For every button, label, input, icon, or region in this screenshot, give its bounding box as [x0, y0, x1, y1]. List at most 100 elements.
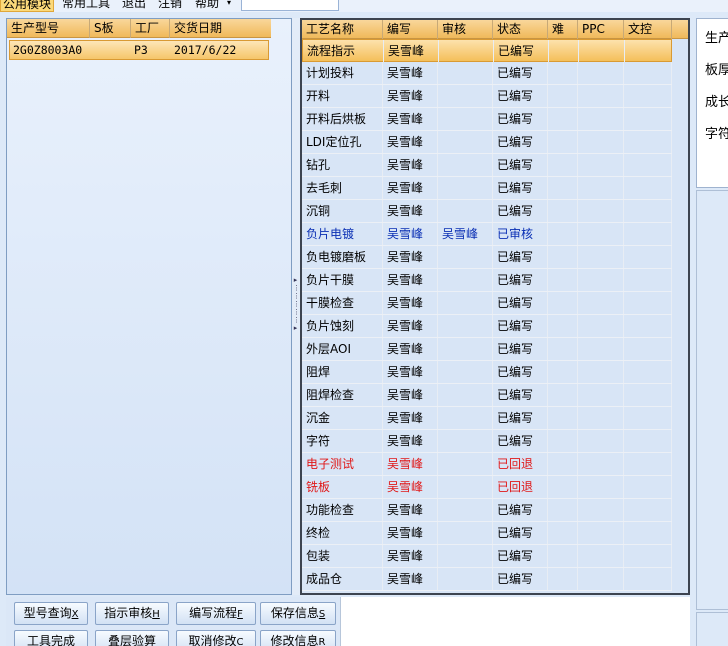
cell-reviewer [438, 545, 493, 567]
cell-difficulty [548, 499, 578, 521]
table-row[interactable]: 成品仓 吴雪峰 已编写 [302, 568, 672, 591]
cell-ppc [578, 522, 624, 544]
col-header-status[interactable]: 状态 [493, 20, 548, 39]
menu-public-module[interactable]: 公用模块 [0, 0, 55, 12]
col-header-reviewer[interactable]: 审核 [438, 20, 493, 39]
splitter-handle[interactable]: ▸ ⋮ ⋮ ⋮ ⋮ ⋮ ▸ [292, 18, 300, 595]
model-query-button[interactable]: 型号查询X [14, 602, 88, 625]
instruction-review-button[interactable]: 指示审核H [95, 602, 169, 625]
cell-doc-control [624, 62, 672, 84]
cell-status: 已编写 [493, 177, 548, 199]
cell-process-name: 开料 [302, 85, 383, 107]
edit-info-button[interactable]: 修改信息R [260, 630, 336, 646]
table-row[interactable]: 负片蚀刻 吴雪峰 已编写 [302, 315, 672, 338]
col-header-s-board[interactable]: S板 [90, 19, 131, 38]
table-row[interactable]: 铣板 吴雪峰 已回退 [302, 476, 672, 499]
chevron-down-icon[interactable]: ▾ [227, 0, 231, 7]
info-bottom-panel [696, 612, 728, 646]
table-row[interactable]: 负片电镀 吴雪峰 吴雪峰 已审核 [302, 223, 672, 246]
cancel-edit-button[interactable]: 取消修改C [176, 630, 256, 646]
menu-logout[interactable]: 注销 [156, 0, 184, 12]
cell-doc-control [624, 476, 672, 498]
cell-difficulty [548, 338, 578, 360]
table-row[interactable]: 沉金 吴雪峰 已编写 [302, 407, 672, 430]
col-header-doc-control[interactable]: 文控 [624, 20, 672, 39]
table-row[interactable]: 负电镀磨板 吴雪峰 已编写 [302, 246, 672, 269]
cell-writer: 吴雪峰 [383, 476, 438, 498]
cell-doc-control [624, 545, 672, 567]
table-row[interactable]: 负片干膜 吴雪峰 已编写 [302, 269, 672, 292]
table-row[interactable]: 计划投料 吴雪峰 已编写 [302, 62, 672, 85]
menu-common-tools[interactable]: 常用工具 [60, 0, 112, 12]
table-row[interactable]: 外层AOI 吴雪峰 已编写 [302, 338, 672, 361]
col-header-delivery-date[interactable]: 交货日期 [170, 19, 271, 38]
cell-ppc [578, 568, 624, 590]
stackup-check-button[interactable]: 叠层验算 [95, 630, 169, 646]
button-label: 取消修改 [188, 634, 237, 646]
table-row[interactable]: LDI定位孔 吴雪峰 已编写 [302, 131, 672, 154]
cell-doc-control [624, 407, 672, 429]
cell-reviewer [438, 384, 493, 406]
cell-difficulty [548, 177, 578, 199]
cell-factory: P3 [134, 43, 148, 57]
col-header-ppc[interactable]: PPC [578, 20, 624, 39]
cell-ppc [578, 292, 624, 314]
cell-ppc [578, 200, 624, 222]
cell-reviewer [438, 62, 493, 84]
table-row[interactable]: 去毛刺 吴雪峰 已编写 [302, 177, 672, 200]
write-process-button[interactable]: 编写流程F [176, 602, 256, 625]
cell-writer: 吴雪峰 [383, 522, 438, 544]
cell-process-name: 功能检查 [302, 499, 383, 521]
cell-writer: 吴雪峰 [384, 40, 439, 62]
cell-process-name: 电子测试 [302, 453, 383, 475]
cell-status: 已编写 [493, 292, 548, 314]
table-row[interactable]: 钻孔 吴雪峰 已编写 [302, 154, 672, 177]
col-header-writer[interactable]: 编写 [383, 20, 438, 39]
table-row[interactable]: 沉铜 吴雪峰 已编写 [302, 200, 672, 223]
tool-complete-button[interactable]: 工具完成 [14, 630, 88, 646]
cell-ppc [578, 430, 624, 452]
menu-help[interactable]: 帮助 [193, 0, 221, 12]
cell-ppc [578, 223, 624, 245]
cell-writer: 吴雪峰 [383, 177, 438, 199]
button-label: 指示审核 [104, 606, 153, 620]
table-row[interactable]: 开料后烘板 吴雪峰 已编写 [302, 108, 672, 131]
cell-difficulty [548, 108, 578, 130]
menu-exit[interactable]: 退出 [120, 0, 148, 12]
table-row[interactable]: 电子测试 吴雪峰 已回退 [302, 453, 672, 476]
table-row[interactable]: 功能检查 吴雪峰 已编写 [302, 499, 672, 522]
cell-doc-control [624, 384, 672, 406]
cell-difficulty [548, 476, 578, 498]
cell-status: 已回退 [493, 453, 548, 475]
cell-process-name: 沉铜 [302, 200, 383, 222]
col-header-process-name[interactable]: 工艺名称 [302, 20, 383, 39]
info-subpanel [696, 190, 728, 610]
col-header-model[interactable]: 生产型号 [7, 19, 90, 38]
table-row[interactable]: 2G0Z8003A0 P3 2017/6/22 [9, 40, 269, 60]
table-row[interactable]: 流程指示 吴雪峰 已编写 [302, 39, 673, 62]
table-row[interactable]: 阻焊检查 吴雪峰 已编写 [302, 384, 672, 407]
cell-writer: 吴雪峰 [383, 154, 438, 176]
cell-ppc [578, 62, 624, 84]
table-row[interactable]: 包装 吴雪峰 已编写 [302, 545, 672, 568]
cell-writer: 吴雪峰 [383, 200, 438, 222]
cell-ppc [578, 384, 624, 406]
cell-reviewer [438, 292, 493, 314]
button-hotkey: X [71, 609, 79, 620]
col-header-factory[interactable]: 工厂 [131, 19, 170, 38]
table-row[interactable]: 干膜检查 吴雪峰 已编写 [302, 292, 672, 315]
save-info-button[interactable]: 保存信息S [260, 602, 336, 625]
cell-ppc [578, 177, 624, 199]
cell-reviewer: 吴雪峰 [438, 223, 493, 245]
table-row[interactable]: 终检 吴雪峰 已编写 [302, 522, 672, 545]
table-row[interactable]: 开料 吴雪峰 已编写 [302, 85, 672, 108]
cell-difficulty [548, 154, 578, 176]
table-row[interactable]: 字符 吴雪峰 已编写 [302, 430, 672, 453]
table-row[interactable]: 阻焊 吴雪峰 已编写 [302, 361, 672, 384]
menu-combo-box[interactable] [241, 0, 339, 11]
cell-difficulty [548, 453, 578, 475]
cell-doc-control [624, 223, 672, 245]
button-hotkey: R [318, 637, 326, 646]
grip-icon[interactable]: ▸ ⋮ ⋮ ⋮ ⋮ ⋮ ▸ [293, 276, 300, 340]
col-header-difficulty[interactable]: 难 [548, 20, 578, 39]
